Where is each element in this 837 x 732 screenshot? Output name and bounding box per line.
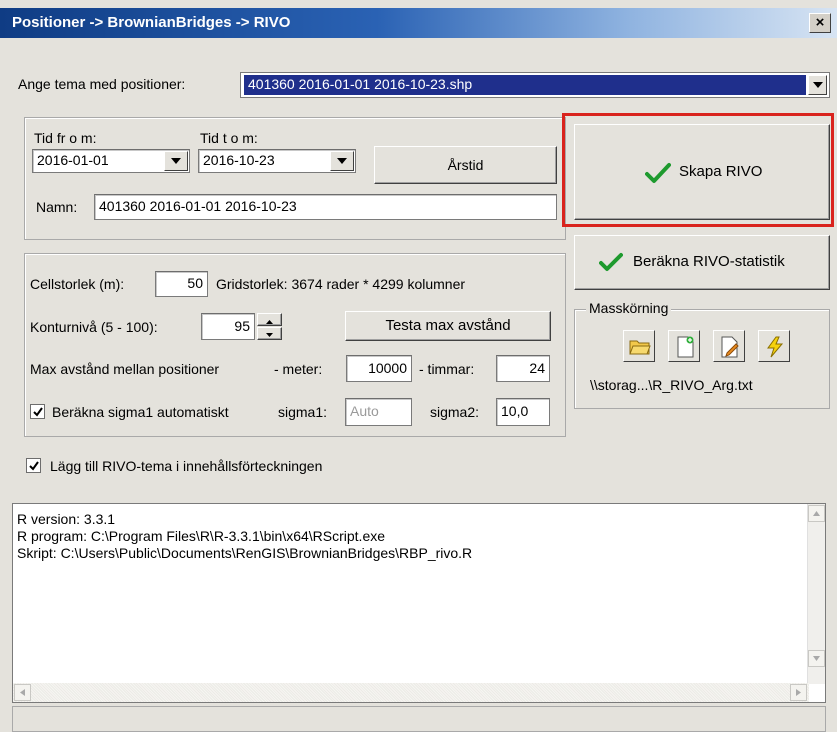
edit-file-button[interactable] (713, 330, 745, 362)
theme-label: Ange tema med positioner: (18, 76, 186, 92)
batch-label: Masskörning (586, 300, 672, 316)
theme-select[interactable]: 401360 2016-01-01 2016-10-23.shp (240, 72, 830, 98)
to-date-dropdown-arrow[interactable] (330, 151, 354, 171)
horizontal-scrollbar[interactable] (13, 683, 809, 702)
output-line: R version: 3.3.1 (17, 511, 116, 527)
meter-input[interactable]: 10000 (346, 355, 412, 382)
checkmark-icon (29, 461, 39, 471)
sigma-auto-label: Beräkna sigma1 automatiskt (52, 404, 229, 420)
checkmark-icon (599, 253, 623, 271)
scroll-down-button[interactable] (808, 650, 825, 667)
create-rivo-button[interactable]: Skapa RIVO (574, 124, 830, 220)
window-title: Positioner -> BrownianBridges -> RIVO (12, 14, 291, 31)
name-label: Namn: (36, 199, 78, 215)
scroll-left-button[interactable] (14, 684, 31, 701)
title-bar: Positioner -> BrownianBridges -> RIVO × (0, 8, 837, 38)
sigma2-label: sigma2: (430, 404, 480, 420)
sigma1-label: sigma1: (278, 404, 328, 420)
contour-input[interactable]: 95 (201, 313, 255, 340)
sigma1-input[interactable]: Auto (345, 398, 412, 426)
chevron-up-icon (813, 511, 820, 516)
calc-statistics-label: Beräkna RIVO-statistik (633, 253, 785, 270)
spinner-up-button[interactable] (257, 313, 282, 326)
output-content: R version: 3.3.1 R program: C:\Program F… (17, 511, 472, 562)
add-to-toc-label: Lägg till RIVO-tema i innehållsförteckni… (50, 458, 323, 474)
output-line: Skript: C:\Users\Public\Documents\RenGIS… (17, 545, 473, 561)
lightning-icon (767, 336, 784, 358)
contour-label: Konturnivå (5 - 100): (30, 319, 158, 335)
theme-selected-value: 401360 2016-01-01 2016-10-23.shp (244, 75, 806, 95)
max-distance-label: Max avstånd mellan positioner (30, 361, 220, 377)
sigma2-input[interactable]: 10,0 (496, 398, 550, 426)
from-date-value: 2016-01-01 (37, 152, 109, 168)
cell-size-label: Cellstorlek (m): (30, 276, 125, 292)
open-folder-icon (629, 340, 651, 355)
season-button[interactable]: Årstid (374, 146, 557, 184)
chevron-right-icon (796, 689, 801, 696)
scroll-up-button[interactable] (808, 505, 825, 522)
output-textarea[interactable]: R version: 3.3.1 R program: C:\Program F… (12, 503, 826, 703)
close-button[interactable]: × (809, 13, 831, 33)
status-bar (12, 706, 826, 732)
test-max-distance-button[interactable]: Testa max avstånd (345, 311, 551, 341)
vertical-scrollbar[interactable] (807, 504, 825, 684)
sigma-auto-checkbox[interactable] (30, 404, 45, 419)
to-label: Tid t o m: (200, 130, 258, 146)
spinner-down-button[interactable] (257, 327, 282, 340)
run-batch-button[interactable] (758, 330, 790, 362)
chevron-left-icon (20, 689, 25, 696)
chevron-up-icon (266, 320, 273, 324)
add-to-toc-checkbox[interactable] (26, 458, 41, 473)
checkmark-icon (33, 407, 43, 417)
hours-input[interactable]: 24 (496, 355, 550, 382)
to-date-value: 2016-10-23 (203, 152, 275, 168)
from-label: Tid fr o m: (34, 130, 97, 146)
theme-dropdown-arrow[interactable] (808, 75, 827, 95)
dialog-window: Positioner -> BrownianBridges -> RIVO × … (0, 0, 837, 732)
from-date-dropdown-arrow[interactable] (164, 151, 188, 171)
batch-file-path: \\storag...\R_RIVO_Arg.txt (590, 377, 753, 393)
new-file-button[interactable] (668, 330, 700, 362)
name-input[interactable]: 401360 2016-01-01 2016-10-23 (94, 194, 557, 220)
new-file-icon (677, 336, 694, 358)
contour-spinner[interactable] (257, 313, 282, 340)
meter-label: - meter: (274, 361, 323, 377)
open-file-button[interactable] (623, 330, 655, 362)
output-line: R program: C:\Program Files\R\R-3.3.1\bi… (17, 528, 386, 544)
scroll-right-button[interactable] (790, 684, 807, 701)
chevron-down-icon (266, 333, 273, 337)
chevron-down-icon (813, 656, 820, 661)
edit-file-icon (721, 336, 739, 358)
calc-statistics-button[interactable]: Beräkna RIVO-statistik (574, 235, 830, 290)
grid-size-text: Gridstorlek: 3674 rader * 4299 kolumner (216, 276, 466, 292)
cell-size-input[interactable]: 50 (155, 271, 208, 297)
create-rivo-label: Skapa RIVO (679, 163, 763, 180)
checkmark-icon (645, 163, 671, 183)
hours-label: - timmar: (419, 361, 475, 377)
batch-groupbox (574, 309, 830, 409)
